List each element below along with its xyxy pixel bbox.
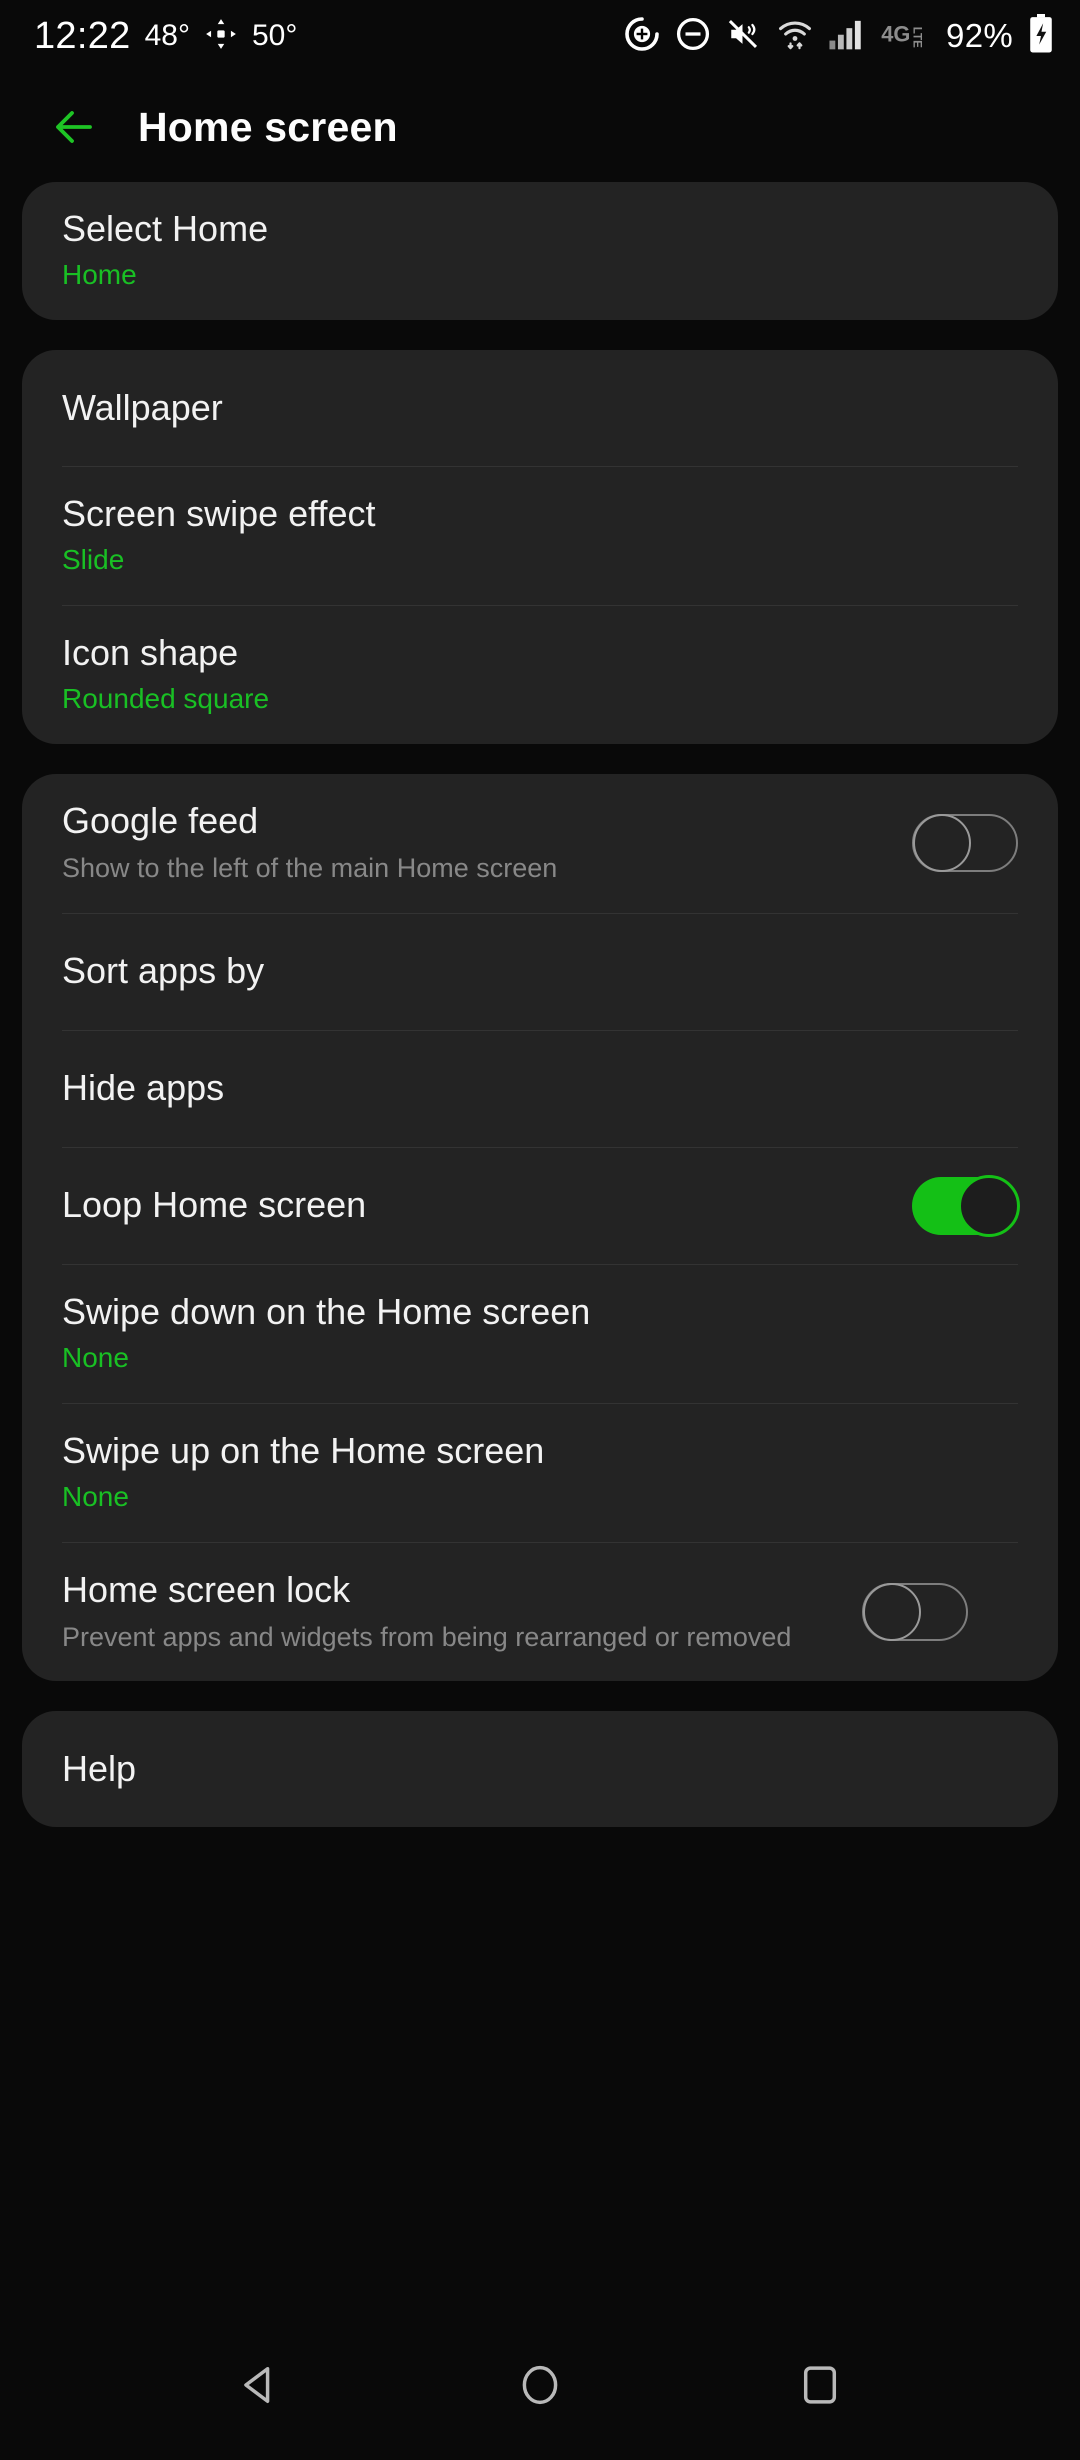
row-title: Swipe up on the Home screen [62, 1429, 545, 1471]
settings-group-behavior: Google feed Show to the left of the main… [22, 773, 1058, 1682]
settings-row-hide-apps[interactable]: Hide apps [22, 1031, 1058, 1147]
row-title: Google feed [62, 799, 259, 841]
toggle-thumb [913, 814, 971, 873]
status-bar-right: 4G LTE 92% [624, 13, 1054, 59]
4g-lte-icon: 4G LTE [881, 18, 931, 55]
row-subtitle: None [62, 1481, 129, 1513]
svg-text:LTE: LTE [910, 26, 923, 47]
back-arrow-icon[interactable] [50, 103, 98, 151]
status-clock: 12:22 [34, 14, 131, 57]
settings-group-help: Help [22, 1711, 1058, 1828]
settings-row-sort-apps-by[interactable]: Sort apps by [22, 914, 1058, 1030]
settings-row-loop-home-screen[interactable]: Loop Home screen [22, 1148, 1058, 1264]
settings-row-icon-shape[interactable]: Icon shape Rounded square [22, 606, 1058, 744]
row-title: Help [62, 1747, 137, 1789]
settings-list: Select Home Home Wallpaper Screen swipe … [0, 182, 1080, 1828]
status-temp-outdoor: 48° [144, 19, 190, 52]
do-not-disturb-icon [675, 16, 711, 57]
settings-row-screen-swipe-effect[interactable]: Screen swipe effect Slide [22, 467, 1058, 605]
toggle-thumb [863, 1582, 921, 1641]
home-circle-icon[interactable] [510, 2355, 570, 2415]
toggle-thumb [958, 1174, 1020, 1237]
settings-group-appearance: Wallpaper Screen swipe effect Slide Icon… [22, 349, 1058, 744]
row-title: Hide apps [62, 1067, 225, 1109]
home-screen-lock-toggle[interactable] [862, 1582, 968, 1641]
row-title: Screen swipe effect [62, 492, 376, 534]
row-title: Wallpaper [62, 386, 223, 428]
settings-row-swipe-up[interactable]: Swipe up on the Home screen None [22, 1404, 1058, 1542]
settings-row-help[interactable]: Help [22, 1711, 1058, 1827]
settings-row-wallpaper[interactable]: Wallpaper [22, 350, 1058, 466]
settings-row-select-home[interactable]: Select Home Home [22, 182, 1058, 320]
svg-text:4G: 4G [881, 21, 910, 46]
status-bar-left: 12:22 48° 50° [34, 15, 624, 58]
settings-row-swipe-down[interactable]: Swipe down on the Home screen None [22, 1265, 1058, 1403]
row-title: Loop Home screen [62, 1184, 367, 1226]
battery-charging-icon [1028, 13, 1054, 59]
row-title: Swipe down on the Home screen [62, 1290, 591, 1332]
google-feed-toggle[interactable] [912, 814, 1018, 873]
row-title: Icon shape [62, 631, 239, 673]
thermostat-icon [204, 17, 238, 56]
row-subtitle: None [62, 1342, 129, 1374]
settings-row-home-screen-lock[interactable]: Home screen lock Prevent apps and widget… [22, 1543, 1058, 1682]
navigation-bar [0, 2310, 1080, 2460]
settings-row-google-feed[interactable]: Google feed Show to the left of the main… [22, 774, 1058, 913]
mute-vibrate-icon [726, 16, 762, 57]
row-title: Select Home [62, 208, 269, 249]
loop-home-screen-toggle[interactable] [912, 1174, 1020, 1237]
wifi-icon [777, 16, 813, 57]
app-header: Home screen [0, 72, 1080, 182]
location-crosshair-icon [624, 16, 660, 57]
battery-percent-label: 92% [946, 17, 1013, 54]
row-subtitle: Prevent apps and widgets from being rear… [62, 1622, 792, 1653]
row-subtitle: Slide [62, 544, 125, 576]
recents-square-icon[interactable] [790, 2355, 850, 2415]
row-subtitle: Rounded square [62, 683, 270, 715]
row-subtitle: Home [62, 259, 137, 291]
row-title: Home screen lock [62, 1568, 351, 1610]
row-title: Sort apps by [62, 950, 265, 992]
cellular-signal-icon [828, 17, 866, 56]
settings-group-select-home: Select Home Home [22, 182, 1058, 320]
status-bar: 12:22 48° 50° 4G LTE 92% [0, 0, 1080, 72]
status-temp-indoor: 50° [251, 19, 298, 52]
back-triangle-icon[interactable] [230, 2355, 290, 2415]
page-title: Home screen [138, 103, 398, 150]
phone-screen: 12:22 48° 50° 4G LTE 92% Home screen Sel… [0, 0, 1080, 2460]
row-subtitle: Show to the left of the main Home screen [62, 853, 558, 884]
